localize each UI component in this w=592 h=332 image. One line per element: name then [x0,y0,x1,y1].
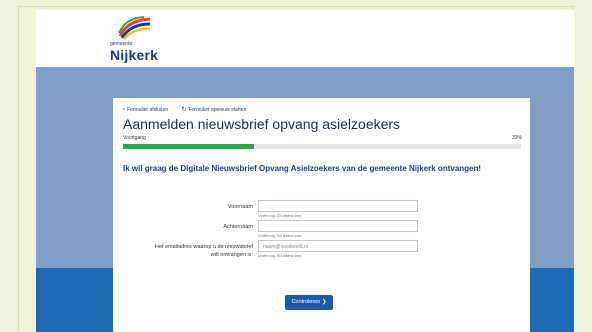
page-title: Aanmelden nieuwsbrief opvang asielzoeker… [123,116,401,132]
form-intro: Ik wil graag de Digitale Nieuwsbrief Opv… [123,164,482,173]
first-name-hint: U hebt nog 200 tekens over. [258,214,302,218]
form-screenshot: gemeente Nijkerk ‹ Formulier afsluiten ↻ F… [36,10,574,332]
first-name-label: Voornaam [227,204,253,210]
email-hint: U hebt nog 254 tekens over. [258,254,302,258]
chevron-left-icon: ‹ [123,107,125,113]
progress-bar [123,144,521,149]
last-name-input[interactable] [258,220,418,232]
email-placeholder: naam@voorbeeld.nl [263,244,308,250]
check-button[interactable]: Controleren ❯ [285,295,333,310]
email-label: Het emailadres waarop u de nieuwsbrief w… [123,243,253,259]
close-form-label: Formulier afsluiten [127,107,169,113]
form-card: ‹ Formulier afsluiten ↻ Formulier opnieuw … [113,98,530,332]
progress-label: Voortgang [123,135,146,141]
email-label-line-1: Het emailadres waarop u de nieuwsbrief [154,244,253,250]
email-label-line-2: wilt ontvangen is: [210,252,253,258]
restart-form-link[interactable]: ↻ Formulier opnieuw starten [182,107,253,113]
close-form-link[interactable]: ‹ Formulier afsluiten [123,107,174,113]
email-input[interactable]: naam@voorbeeld.nl [258,240,418,252]
last-name-label: Achternaam [223,224,253,230]
site-header: gemeente Nijkerk [36,10,574,67]
logo-name: Nijkerk [110,47,159,63]
progress-percent: 33% [511,135,522,141]
progress-fill [123,144,255,149]
gemeente-logo[interactable]: gemeente Nijkerk [88,16,168,64]
refresh-icon: ↻ [181,107,187,113]
first-name-input[interactable] [258,200,418,212]
form-nav-links: ‹ Formulier afsluiten ↻ Formulier opnieuw … [123,106,258,113]
last-name-hint: U hebt nog 200 tekens over. [258,234,302,238]
restart-form-label: Formulier opnieuw starten [188,107,247,113]
flag-icon [118,16,151,40]
